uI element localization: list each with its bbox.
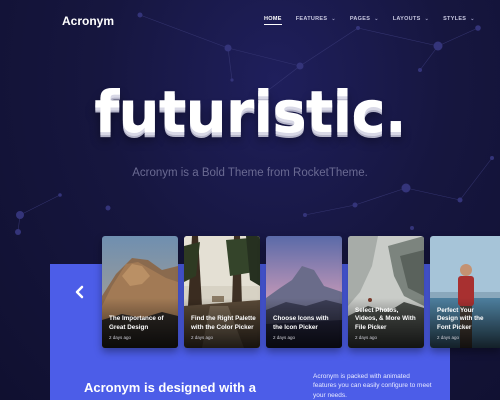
nav-item-label: Pages [349,16,371,22]
nav-item-features[interactable]: Features ⌄ [296,16,336,22]
intro-text: Acronym is packed with animated features… [313,373,432,399]
carousel-card[interactable]: The Importance of Great Design 2 days ag… [102,236,178,348]
carousel-card[interactable]: Find the Right Palette with the Color Pi… [184,236,260,348]
card-title: Select Photos, Videos, & More With File … [355,306,416,331]
chevron-down-icon: ⌄ [374,16,379,22]
hero-tagline: Acronym is a Bold Theme from RocketTheme… [132,167,368,179]
card-date: 2 days ago [437,335,460,340]
nav-item-layouts[interactable]: Layouts ⌄ [393,16,429,22]
carousel-card[interactable]: Select Photos, Videos, & More With File … [348,236,424,348]
nav-item-label: Styles [443,16,467,22]
intro-heading: Acronym is designed with a [84,380,256,395]
card-date: 2 days ago [355,335,378,340]
nav-item-label: Features [295,16,328,22]
top-navigation: Acronym Home Features ⌄ Pages ⌄ Layouts … [0,0,500,40]
carousel-card[interactable]: Perfect Your Design with the Font Picker… [430,236,500,348]
card-title: The Importance of Great Design [109,315,164,331]
main-menu: Home Features ⌄ Pages ⌄ Layouts ⌄ Styles… [264,16,489,25]
card-date: 2 days ago [109,335,132,340]
card-title: Perfect Your Design with the Font Picker [437,306,484,331]
card-date: 2 days ago [191,335,214,340]
chevron-down-icon: ⌄ [331,16,336,22]
carousel-prev-button[interactable] [72,284,88,300]
chevron-down-icon: ⌄ [470,16,475,22]
card-title: Choose Icons with the Icon Picker [273,315,329,331]
nav-item-label: Home [264,16,282,22]
nav-item-label: Layouts [392,16,421,22]
hero-headline: futuristic. [94,78,407,146]
nav-item-styles[interactable]: Styles ⌄ [443,16,475,22]
carousel-card[interactable]: Choose Icons with the Icon Picker 2 days… [266,236,342,348]
chevron-left-icon [75,285,84,299]
brand-logo[interactable]: Acronym [62,14,114,28]
chevron-down-icon: ⌄ [424,16,430,22]
card-date: 2 days ago [273,335,296,340]
card-title: Find the Right Palette with the Color Pi… [191,315,256,331]
nav-item-home[interactable]: Home [264,16,282,25]
nav-item-pages[interactable]: Pages ⌄ [350,16,379,22]
